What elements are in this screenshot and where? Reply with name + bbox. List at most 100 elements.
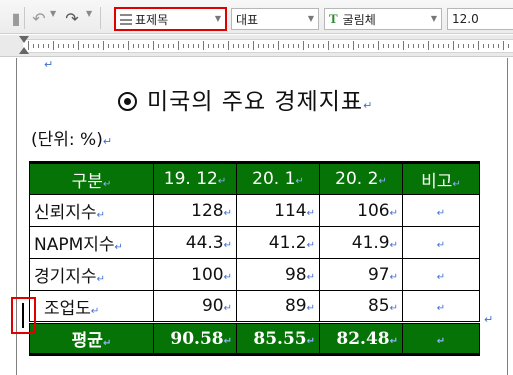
ruler-tick xyxy=(393,44,394,48)
chevron-down-icon[interactable]: ▼ xyxy=(431,14,437,23)
table-cell[interactable]: ↵ xyxy=(402,226,480,259)
table-header-cell[interactable]: 20. 1↵ xyxy=(236,162,320,195)
ruler-tick xyxy=(423,44,424,48)
font-value: 굴림체 xyxy=(342,12,376,27)
table-cell[interactable]: 100↵ xyxy=(153,258,237,291)
table-cell[interactable]: 89↵ xyxy=(236,290,320,323)
table-cell[interactable]: 경기지수↵ xyxy=(29,258,154,291)
ruler-tick xyxy=(138,44,139,48)
ruler-tick xyxy=(213,44,214,48)
ruler-tick xyxy=(308,44,309,48)
ruler-tick xyxy=(373,44,374,48)
table-cell[interactable]: ↵ xyxy=(402,194,480,227)
ruler-tick xyxy=(128,41,129,50)
ruler-tick xyxy=(33,44,34,48)
table-cell[interactable]: 조업도↵ xyxy=(29,290,154,323)
ruler-tick xyxy=(313,44,314,48)
table-header-cell[interactable]: 구분↵ xyxy=(29,162,154,195)
undo-dropdown-icon[interactable]: ▼ xyxy=(50,9,56,18)
table-header-cell[interactable]: 20. 2↵ xyxy=(319,162,403,195)
table-cell[interactable]: 신뢰지수↵ xyxy=(29,194,154,227)
ruler-tick xyxy=(508,44,509,48)
ruler-tick xyxy=(223,44,224,48)
ruler-tick xyxy=(333,44,334,48)
title-bullet-icon xyxy=(118,92,137,111)
document-title[interactable]: 미국의 주요 경제지표↵ xyxy=(118,82,373,116)
ruler-tick xyxy=(348,44,349,48)
paragraph-mark: ↵ xyxy=(44,58,54,71)
ruler-tick xyxy=(158,44,159,48)
ruler-tick xyxy=(78,41,79,50)
left-indent-marker[interactable] xyxy=(19,47,29,54)
table-cell[interactable]: ↵ xyxy=(402,258,480,291)
ruler-tick xyxy=(493,44,494,48)
ruler-tick xyxy=(298,44,299,48)
chevron-down-icon[interactable]: ▼ xyxy=(215,14,221,23)
font-select[interactable]: T 굴림체 ▼ xyxy=(324,8,442,30)
ruler-tick xyxy=(303,41,304,50)
table-cell[interactable]: 106↵ xyxy=(319,194,403,227)
font-size-input[interactable]: 12.0 xyxy=(447,8,513,30)
table-cell[interactable]: 128↵ xyxy=(153,194,237,227)
table-row: NAPM지수↵ 44.3↵ 41.2↵ 41.9↵ ↵ xyxy=(29,226,480,259)
first-line-indent-marker[interactable] xyxy=(19,36,29,43)
table-cell[interactable]: 44.3↵ xyxy=(153,226,237,259)
table-header-cell[interactable]: 비고↵ xyxy=(402,162,480,195)
ruler-tick xyxy=(433,44,434,48)
unit-label[interactable]: (단위: %)↵ xyxy=(31,125,112,150)
table-cell[interactable]: ↵ xyxy=(402,321,480,355)
table-cell[interactable]: 98↵ xyxy=(236,258,320,291)
table-cell[interactable]: 평균↵ xyxy=(29,321,154,355)
ruler-tick xyxy=(498,44,499,48)
undo-icon[interactable]: ↶ xyxy=(30,8,48,28)
ruler-tick xyxy=(68,44,69,48)
economic-indicators-table[interactable]: 구분↵ 19. 12↵ 20. 1↵ 20. 2↵ 비고↵ 신뢰지수↵ 128↵… xyxy=(29,161,480,356)
ruler-tick xyxy=(463,44,464,48)
ruler-tick xyxy=(203,41,204,50)
ruler-tick xyxy=(183,44,184,48)
table-cell[interactable]: 114↵ xyxy=(236,194,320,227)
table-cell[interactable]: ↵ xyxy=(402,290,480,323)
ruler-tick xyxy=(153,41,154,50)
table-cell[interactable]: 85↵ xyxy=(319,290,403,323)
ruler-tick xyxy=(443,44,444,48)
table-cell[interactable]: 85.55↵ xyxy=(236,321,320,355)
table-header-cell[interactable]: 19. 12↵ xyxy=(153,162,237,195)
ruler-tick xyxy=(383,44,384,48)
table-cell[interactable]: 90.58↵ xyxy=(153,321,237,355)
horizontal-ruler[interactable] xyxy=(0,35,513,57)
ruler-tick xyxy=(168,44,169,48)
ruler-tick xyxy=(473,44,474,48)
table-row: 조업도↵ 90↵ 89↵ 85↵ ↵ xyxy=(29,290,480,323)
paint-format-icon[interactable]: ▮ xyxy=(6,8,26,28)
ruler-tick xyxy=(113,44,114,48)
ruler-tick xyxy=(273,44,274,48)
font-size-value: 12.0 xyxy=(452,12,479,26)
ruler-tick xyxy=(108,44,109,48)
ruler-tick xyxy=(123,44,124,48)
ruler-tick xyxy=(398,44,399,48)
paragraph-style-value: 표제목 xyxy=(135,12,169,27)
table-cell[interactable]: 41.2↵ xyxy=(236,226,320,259)
ruler-tick xyxy=(368,44,369,48)
chevron-down-icon[interactable]: ▼ xyxy=(308,14,314,23)
ruler-tick xyxy=(258,44,259,48)
language-value: 대표 xyxy=(236,12,259,27)
paragraph-style-select[interactable]: 표제목 ▼ xyxy=(114,7,227,31)
ruler-tick xyxy=(188,44,189,48)
ruler-tick xyxy=(43,44,44,48)
ruler-tick xyxy=(288,44,289,48)
ruler-tick xyxy=(483,44,484,48)
table-cell[interactable]: 41.9↵ xyxy=(319,226,403,259)
ruler-tick xyxy=(438,44,439,48)
table-cell[interactable]: 97↵ xyxy=(319,258,403,291)
table-cell[interactable]: 82.48↵ xyxy=(319,321,403,355)
redo-dropdown-icon[interactable]: ▼ xyxy=(86,9,92,18)
ruler-tick xyxy=(233,44,234,48)
ruler-tick xyxy=(343,44,344,48)
table-cell[interactable]: 90↵ xyxy=(153,290,237,323)
language-select[interactable]: 대표 ▼ xyxy=(231,8,319,30)
table-cell[interactable]: NAPM지수↵ xyxy=(29,226,154,259)
redo-icon[interactable]: ↷ xyxy=(62,8,82,28)
ruler-tick xyxy=(428,41,429,50)
